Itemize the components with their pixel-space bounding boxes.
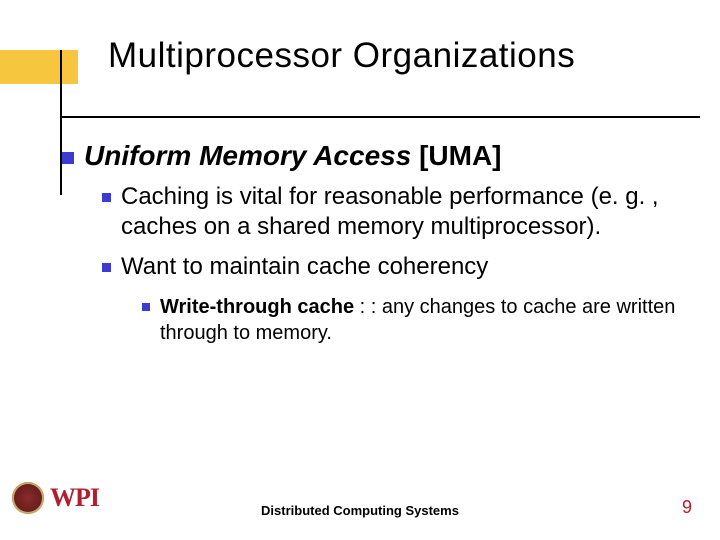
slide: Multiprocessor Organizations Uniform Mem… [0, 0, 720, 540]
slide-title: Multiprocessor Organizations [108, 36, 575, 76]
heading-italic: Uniform Memory Access [84, 140, 411, 171]
page-number: 9 [682, 497, 692, 518]
bullet-icon [102, 193, 111, 202]
heading-bracket: [UMA] [411, 140, 501, 171]
point-text: Caching is vital for reasonable performa… [121, 182, 680, 242]
bullet-icon [142, 303, 150, 311]
point-2: Want to maintain cache coherency [102, 252, 680, 282]
content-area: Uniform Memory Access [UMA] Caching is v… [62, 140, 680, 346]
accent-bar [0, 50, 78, 84]
bullet-icon [102, 263, 111, 272]
footer-label: Distributed Computing Systems [0, 503, 720, 518]
heading-row: Uniform Memory Access [UMA] [62, 140, 680, 172]
section-heading: Uniform Memory Access [UMA] [84, 140, 502, 172]
subpoint-bold: Write-through cache [160, 296, 354, 318]
horizontal-rule [60, 116, 700, 118]
bullet-icon [62, 152, 74, 164]
subpoint-1: Write-through cache : : any changes to c… [142, 294, 680, 346]
subpoint-text: Write-through cache : : any changes to c… [160, 294, 680, 346]
point-text: Want to maintain cache coherency [121, 252, 488, 282]
point-1: Caching is vital for reasonable performa… [102, 182, 680, 242]
